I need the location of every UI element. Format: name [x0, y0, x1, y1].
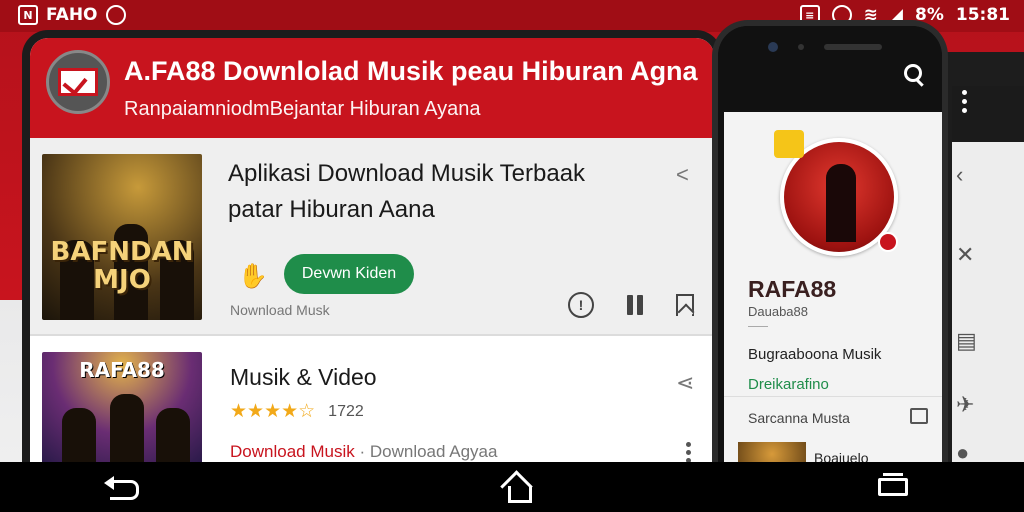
more-options-icon[interactable] [686, 442, 692, 463]
airplane-icon[interactable]: ✈ [956, 392, 974, 418]
menu-item-green[interactable]: Dreikarafino [748, 376, 829, 393]
notification-icon: N [18, 5, 38, 25]
notification-dot-icon [878, 232, 898, 252]
recent-apps-icon[interactable] [878, 473, 908, 496]
shuffle-icon[interactable]: ✕ [956, 242, 974, 268]
share-icon[interactable]: ⋖ [676, 370, 698, 395]
front-phone: RAFA88 Dauaba88 Bugraaboona Musik Dreika… [712, 20, 948, 470]
card-caption: Nownload Musk [230, 302, 330, 318]
speaker-grille [824, 44, 882, 50]
app-logo-icon [46, 50, 110, 114]
app-header: A.FA88 Downlolad Musik peau Hiburan Agna… [30, 38, 714, 138]
app-card-featured[interactable]: BAFNDAN MJO Aplikasi Download Musik Terb… [30, 138, 714, 336]
rating-count: 1722 [328, 402, 364, 420]
download-agyaa-link[interactable]: · Download Agyaa [359, 442, 497, 461]
album-cover-image: RAFA88 [42, 352, 202, 470]
more-options-icon[interactable] [962, 90, 967, 113]
bookmark-icon[interactable] [676, 294, 694, 316]
sensor-icon [798, 44, 804, 50]
clock: 15:81 [955, 5, 1010, 25]
info-icon[interactable]: ! [568, 292, 594, 318]
pause-icon[interactable] [622, 292, 648, 318]
divider [748, 326, 768, 327]
card-actions: ! [568, 292, 694, 318]
divider [724, 396, 942, 397]
album-cover-image: BAFNDAN MJO [42, 154, 202, 320]
library-icon[interactable]: ▤ [956, 328, 977, 354]
back-icon[interactable] [104, 476, 139, 500]
main-phone: A.FA88 Downlolad Musik peau Hiburan Agna… [22, 30, 722, 470]
search-icon[interactable] [904, 64, 926, 86]
menu-item-musik[interactable]: Bugraaboona Musik [748, 346, 881, 363]
share-icon[interactable] [910, 408, 928, 424]
chevron-left-icon[interactable]: ‹ [956, 162, 963, 188]
album-cover-text: BAFNDAN MJO [50, 237, 194, 295]
front-phone-header [718, 26, 942, 112]
app-card-music-video[interactable]: RAFA88 Musik & Video ⋖ ★★★★☆ 1722 Downlo… [30, 338, 714, 470]
camera-icon [768, 42, 778, 52]
status-left-text: FAHO [46, 5, 98, 25]
front-phone-screen: RAFA88 Dauaba88 Bugraaboona Musik Dreika… [724, 112, 942, 470]
card-title[interactable]: Musik & Video [230, 364, 377, 391]
download-button[interactable]: Devwn Kiden [284, 254, 414, 294]
artist-name: RAFA88 [748, 276, 837, 302]
album-cover-text: RAFA88 [79, 358, 165, 382]
thumbs-down-icon[interactable]: ✋ [238, 262, 268, 290]
whatsapp-icon [105, 5, 126, 25]
card-title[interactable]: Aplikasi Download Musik Terbaak patar Hi… [228, 156, 628, 228]
share-icon[interactable]: < [676, 162, 698, 187]
status-left-icons: N FAHO [18, 5, 126, 25]
badge-icon [774, 130, 804, 158]
app-subtitle: RanpaiamniodmBejantar Hiburan Ayana [124, 98, 481, 120]
navigation-bar [0, 462, 1024, 512]
download-music-link[interactable]: Download Musik [230, 442, 355, 461]
card-links: Download Musik · Download Agyaa [230, 442, 497, 462]
stars-icon: ★★★★☆ [230, 401, 316, 422]
app-title: A.FA88 Downlolad Musik peau Hiburan Agna [124, 56, 698, 86]
menu-item-sarcanna[interactable]: Sarcanna Musta [748, 410, 850, 426]
artist-subtitle: Dauaba88 [748, 304, 808, 319]
home-icon[interactable] [502, 474, 532, 503]
rating-stars: ★★★★☆ 1722 [230, 400, 364, 423]
